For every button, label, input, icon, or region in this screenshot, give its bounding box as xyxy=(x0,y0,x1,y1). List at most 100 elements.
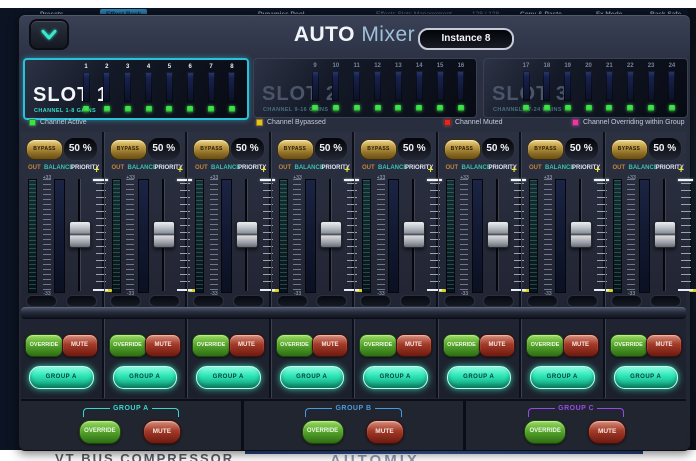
channel-number: 12 xyxy=(374,62,381,70)
channel-number: 17 xyxy=(523,62,530,70)
balance-fader-knob[interactable] xyxy=(403,221,425,248)
balance-fader-knob[interactable] xyxy=(654,221,676,248)
group-assign-button[interactable]: GROUP A xyxy=(614,366,679,389)
group-assign-button[interactable]: GROUP A xyxy=(447,366,512,389)
mute-button[interactable]: MUTE xyxy=(396,334,432,357)
bypass-button[interactable]: BYPASS xyxy=(611,139,648,160)
balance-fader-knob[interactable] xyxy=(69,221,91,248)
balance-fader-knob[interactable] xyxy=(153,221,175,248)
slot-channel: 8 xyxy=(225,63,239,112)
bypass-button[interactable]: BYPASS xyxy=(527,139,564,160)
slot-channel: 4 xyxy=(142,63,156,112)
group-assign-button[interactable]: GROUP A xyxy=(363,366,428,389)
balance-fader-track[interactable] xyxy=(152,179,174,291)
channel-active-led xyxy=(458,105,464,111)
slot-channel: 1 xyxy=(79,63,93,112)
priority-max-symbol: + xyxy=(94,166,100,176)
bypass-button[interactable]: BYPASS xyxy=(444,139,481,160)
legend-color-swatch xyxy=(444,119,451,126)
mute-button[interactable]: MUTE xyxy=(145,334,181,357)
override-button[interactable]: OVERRIDE xyxy=(359,334,397,357)
balance-label: BALANCE xyxy=(211,165,240,171)
override-button[interactable]: OVERRIDE xyxy=(109,334,147,357)
slot-panel[interactable]: SLOT 3 CHANNEL 17-24 GAINS 17 18 19 20 2… xyxy=(483,58,688,118)
gain-value-display[interactable]: 50 % xyxy=(314,137,349,161)
mute-button[interactable]: MUTE xyxy=(312,334,348,357)
group-master-section: GROUP B OVERRIDE MUTE xyxy=(244,401,467,450)
group-override-button[interactable]: OVERRIDE xyxy=(79,420,121,444)
balance-fader-knob[interactable] xyxy=(320,221,342,248)
balance-fader-track[interactable] xyxy=(569,179,591,291)
gain-value-display[interactable]: 50 % xyxy=(564,137,599,161)
gain-value-display[interactable]: 50 % xyxy=(481,137,516,161)
slot-panel[interactable]: SLOT 1 CHANNEL 1-8 GAINS 1 2 3 4 5 6 7 8 xyxy=(23,58,249,120)
bypass-button[interactable]: BYPASS xyxy=(193,139,230,160)
slot-panel[interactable]: SLOT 2 CHANNEL 9-16 GAINS 9 10 11 12 13 … xyxy=(253,58,477,118)
mute-button[interactable]: MUTE xyxy=(62,334,98,357)
fader-zone: +33 -33 xyxy=(21,177,102,295)
legend-item: Channel Active xyxy=(29,119,87,126)
fader-zone: +33 -33 xyxy=(522,177,603,295)
mute-button[interactable]: MUTE xyxy=(229,334,265,357)
group-override-button[interactable]: OVERRIDE xyxy=(302,420,344,444)
mute-button[interactable]: MUTE xyxy=(646,334,682,357)
group-assign-button[interactable]: GROUP A xyxy=(113,366,178,389)
group-assign-button[interactable]: GROUP A xyxy=(196,366,261,389)
channel-active-led xyxy=(166,106,172,112)
balance-fader-track[interactable] xyxy=(68,179,90,291)
override-button[interactable]: OVERRIDE xyxy=(192,334,230,357)
group-assign-button[interactable]: GROUP A xyxy=(280,366,345,389)
balance-fader-knob[interactable] xyxy=(570,221,592,248)
group-mute-button[interactable]: MUTE xyxy=(143,420,181,444)
channel-active-led xyxy=(333,105,339,111)
bypass-button[interactable]: BYPASS xyxy=(360,139,397,160)
balance-fader-track[interactable] xyxy=(402,179,424,291)
balance-fader-track[interactable] xyxy=(319,179,341,291)
override-button[interactable]: OVERRIDE xyxy=(526,334,564,357)
priority-slider[interactable] xyxy=(678,179,694,291)
balance-scale-ticks xyxy=(41,179,52,291)
channel-active-led xyxy=(146,106,152,112)
gain-value-display[interactable]: 50 % xyxy=(147,137,182,161)
legend-item: Channel Overriding within Group xyxy=(572,119,685,126)
legend-item: Channel Bypassed xyxy=(256,119,326,126)
mute-button[interactable]: MUTE xyxy=(479,334,515,357)
channel-active-led xyxy=(565,105,571,111)
group-mute-button[interactable]: MUTE xyxy=(366,420,404,444)
window-title: AUTO Mixer xyxy=(19,23,690,47)
mute-button[interactable]: MUTE xyxy=(563,334,599,357)
override-button[interactable]: OVERRIDE xyxy=(610,334,648,357)
gain-value-display[interactable]: 50 % xyxy=(230,137,265,161)
balance-fader-knob[interactable] xyxy=(236,221,258,248)
balance-label: BALANCE xyxy=(629,165,658,171)
group-override-button[interactable]: OVERRIDE xyxy=(524,420,566,444)
priority-max-symbol: + xyxy=(428,166,434,176)
slot-channel: 17 xyxy=(519,62,533,111)
balance-fader-track[interactable] xyxy=(653,179,675,291)
override-button[interactable]: OVERRIDE xyxy=(25,334,63,357)
slot-channel: 10 xyxy=(329,62,343,111)
group-bracket-right xyxy=(152,408,179,417)
balance-fader-track[interactable] xyxy=(235,179,257,291)
override-button[interactable]: OVERRIDE xyxy=(276,334,314,357)
slot-channel: 2 xyxy=(100,63,114,112)
balance-fader-knob[interactable] xyxy=(487,221,509,248)
gain-value-display[interactable]: 50 % xyxy=(63,137,98,161)
bypass-button[interactable]: BYPASS xyxy=(277,139,314,160)
gain-value-display[interactable]: 50 % xyxy=(397,137,432,161)
balance-meter xyxy=(472,179,483,293)
priority-max-symbol: + xyxy=(344,166,350,176)
channel-gain-meter xyxy=(103,72,110,102)
balance-label: BALANCE xyxy=(462,165,491,171)
group-assign-button[interactable]: GROUP A xyxy=(29,366,94,389)
override-button[interactable]: OVERRIDE xyxy=(443,334,481,357)
bypass-button[interactable]: BYPASS xyxy=(26,139,63,160)
channel-number: 24 xyxy=(669,62,676,70)
instance-selector-button[interactable]: Instance 8 xyxy=(418,28,514,50)
balance-fader-track[interactable] xyxy=(486,179,508,291)
group-mute-button[interactable]: MUTE xyxy=(588,420,626,444)
gain-value-display[interactable]: 50 % xyxy=(648,137,683,161)
group-assign-button[interactable]: GROUP A xyxy=(530,366,595,389)
channel-number: 5 xyxy=(168,63,171,71)
bypass-button[interactable]: BYPASS xyxy=(110,139,147,160)
